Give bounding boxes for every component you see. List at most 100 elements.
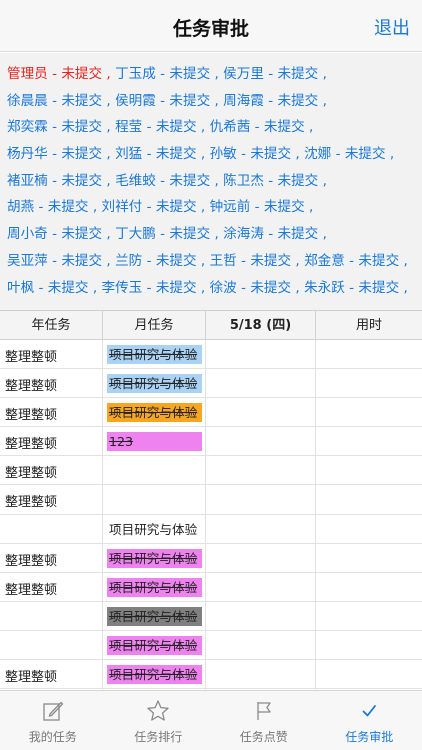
status-entry[interactable]: 侯明霞 - 未提交 [115,93,210,109]
logout-button[interactable]: 退出 [374,14,410,40]
status-entry[interactable]: 徐晨晨 - 未提交 [7,93,102,109]
status-entry[interactable]: 兰防 - 未提交 [115,253,197,269]
year-task-cell[interactable]: 整理整顿 [0,398,103,428]
year-task-cell[interactable]: 整理整顿 [0,369,103,399]
status-entry[interactable]: 丁玉成 - 未提交 [115,66,210,82]
hours-cell[interactable] [316,544,422,573]
year-task-cell[interactable] [0,514,103,544]
month-task-cell[interactable]: 项目研究与体验 [103,340,206,369]
status-entry[interactable]: 吴亚萍 - 未提交 [7,253,102,269]
month-task-cell[interactable] [103,456,206,486]
month-task-cell[interactable]: 项目研究与体验 [103,630,206,660]
table-row[interactable]: 整理整顿 项目研究与体验 [0,572,422,602]
month-task-chip[interactable]: 123 [107,432,202,452]
tab-task-ranking[interactable]: 任务排行 [106,691,212,750]
table-row[interactable]: 整理整顿 项目研究与体验 [0,369,422,399]
tab-task-likes[interactable]: 任务点赞 [211,691,317,750]
year-task-cell[interactable] [0,630,103,660]
hours-cell[interactable] [316,660,422,689]
month-task-cell[interactable]: 项目研究与体验 [103,601,206,631]
year-task-cell[interactable]: 整理整顿 [0,485,103,515]
status-entry[interactable]: 徐波 - 未提交 [210,280,292,296]
month-task-chip[interactable]: 项目研究与体验 [107,606,202,626]
status-entry[interactable]: 李传玉 - 未提交 [102,280,197,296]
year-task-cell[interactable]: 整理整顿 [0,660,103,690]
status-entry[interactable]: 毛维蛟 - 未提交 [115,173,210,189]
hours-cell[interactable] [316,456,422,485]
table-row[interactable]: 项目研究与体验 [0,514,422,544]
table-row[interactable]: 整理整顿 项目研究与体验 [0,340,422,370]
month-task-chip[interactable]: 项目研究与体验 [107,665,202,685]
status-entry[interactable]: 仇希茜 - 未提交 [210,119,305,135]
hours-cell[interactable] [316,485,422,514]
status-entry[interactable]: 胡燕 - 未提交 [7,199,89,215]
year-task-cell[interactable] [0,601,103,631]
table-row[interactable]: 项目研究与体验 [0,601,422,631]
month-task-cell[interactable]: 项目研究与体验 [103,660,206,690]
hours-cell[interactable] [316,398,422,427]
status-entry[interactable]: 杨丹华 - 未提交 [7,146,102,162]
table-row[interactable]: 项目研究与体验 [0,630,422,661]
month-task-chip[interactable]: 项目研究与体验 [107,577,202,597]
month-task-cell[interactable]: 项目研究与体验 [103,572,206,602]
status-entry[interactable]: 丁大鹏 - 未提交 [115,226,210,242]
table-row[interactable]: 整理整顿 项目研究与体验 [0,398,422,428]
date-cell[interactable] [206,427,316,457]
month-task-cell[interactable]: 项目研究与体验 [103,514,206,544]
month-task-chip[interactable]: 项目研究与体验 [107,635,202,655]
status-entry[interactable]: 王哲 - 未提交 [210,253,292,269]
status-entry[interactable]: 钟远前 - 未提交 [210,199,305,215]
date-cell[interactable] [206,369,316,399]
date-cell[interactable] [206,572,316,602]
date-cell[interactable] [206,340,316,369]
tab-my-tasks[interactable]: 我的任务 [0,691,106,750]
date-cell[interactable] [206,485,316,515]
status-entry[interactable]: 朱永跃 - 未提交 [304,280,399,296]
status-entry[interactable]: 涂海涛 - 未提交 [223,226,318,242]
status-entry[interactable]: 孙敏 - 未提交 [210,146,292,162]
year-task-cell[interactable]: 整理整顿 [0,572,103,602]
status-entry[interactable]: 刘猛 - 未提交 [115,146,197,162]
hours-cell[interactable] [316,369,422,398]
table-row[interactable]: 整理整顿 [0,456,422,486]
month-task-cell[interactable] [103,485,206,515]
hours-cell[interactable] [316,427,422,456]
month-task-chip[interactable]: 项目研究与体验 [107,374,202,394]
hours-cell[interactable] [316,515,422,544]
year-task-cell[interactable]: 整理整顿 [0,543,103,573]
header-year-task[interactable]: 年任务 [0,311,103,340]
status-entry[interactable]: 褚亚楠 - 未提交 [7,173,102,189]
status-entry[interactable]: 刘祥付 - 未提交 [102,199,197,215]
date-cell[interactable] [206,660,316,690]
hours-cell[interactable] [316,340,422,369]
date-cell[interactable] [206,398,316,428]
tab-task-approval[interactable]: 任务审批 [317,691,422,750]
status-entry[interactable]: 沈娜 - 未提交 [304,146,386,162]
status-entry[interactable]: 陈卫杰 - 未提交 [223,173,318,189]
month-task-chip[interactable]: 项目研究与体验 [107,520,202,539]
header-date[interactable]: 5/18 (四) [206,311,316,340]
hours-cell[interactable] [316,602,422,631]
month-task-cell[interactable]: 项目研究与体验 [103,369,206,399]
date-cell[interactable] [206,543,316,573]
date-cell[interactable] [206,514,316,544]
status-entry[interactable]: 侯万里 - 未提交 [223,66,318,82]
header-month-task[interactable]: 月任务 [103,311,206,340]
date-cell[interactable] [206,456,316,486]
year-task-cell[interactable]: 整理整顿 [0,456,103,486]
month-task-chip[interactable]: 项目研究与体验 [107,345,202,364]
month-task-cell[interactable]: 123 [103,427,206,457]
year-task-cell[interactable]: 整理整顿 [0,340,103,369]
table-row[interactable]: 整理整顿 [0,485,422,515]
status-entry[interactable]: 管理员 - 未提交 [7,66,102,82]
table-row[interactable]: 整理整顿 123 [0,427,422,457]
status-entry[interactable]: 周小奇 - 未提交 [7,226,102,242]
header-hours[interactable]: 用时 [316,311,422,340]
table-row[interactable]: 整理整顿 项目研究与体验 [0,660,422,690]
status-entry[interactable]: 郑奕霖 - 未提交 [7,119,102,135]
month-task-cell[interactable]: 项目研究与体验 [103,543,206,573]
month-task-chip[interactable]: 项目研究与体验 [107,403,202,423]
month-task-cell[interactable]: 项目研究与体验 [103,398,206,428]
date-cell[interactable] [206,601,316,631]
status-entry[interactable]: 郑金意 - 未提交 [304,253,399,269]
